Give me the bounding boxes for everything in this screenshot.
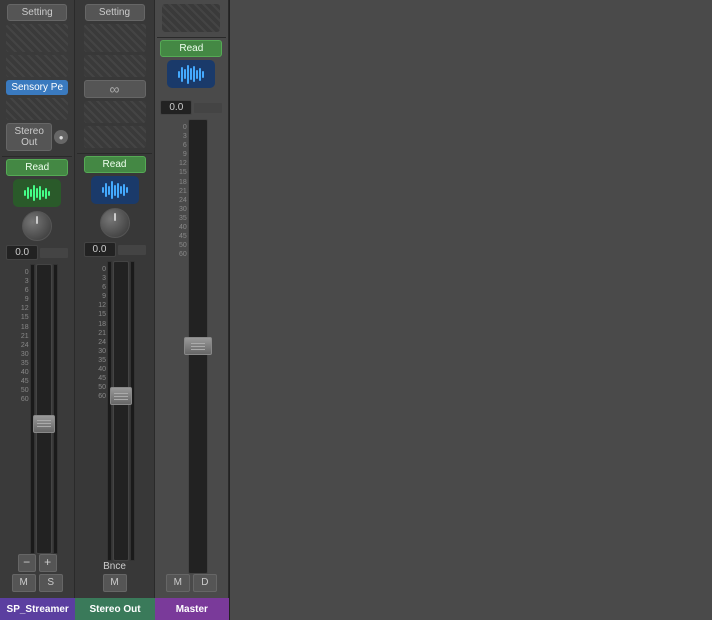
fader-value-ch1: 0.0 bbox=[6, 245, 68, 260]
mixer-panel: Setting Sensory Pe Stereo Out ● Read bbox=[0, 0, 230, 620]
top-texture-ch3 bbox=[162, 4, 220, 32]
mute-button-ch1[interactable]: M bbox=[12, 574, 36, 592]
setting-button-ch1[interactable]: Setting bbox=[7, 4, 67, 21]
channel-label-stereo-out[interactable]: Stereo Out bbox=[75, 598, 154, 620]
fader-line-1-ch1 bbox=[37, 420, 51, 421]
read-button-ch1[interactable]: Read bbox=[6, 159, 68, 176]
channel-stereo-out: Setting ∞ Read bbox=[75, 0, 154, 598]
sep-ch3 bbox=[157, 37, 226, 38]
insert-texture-ch1 bbox=[6, 24, 68, 52]
insert-texture-ch2 bbox=[84, 24, 146, 52]
d-button-ch3[interactable]: D bbox=[193, 574, 217, 592]
fader-line-3-ch3 bbox=[191, 349, 205, 350]
fader-value-box-ch3: 0.0 bbox=[160, 100, 192, 115]
fader-track-ch2[interactable] bbox=[113, 261, 129, 561]
fader-value-box-ch1: 0.0 bbox=[6, 245, 38, 260]
ms-buttons-ch1: M S bbox=[2, 574, 72, 592]
fader-handle-ch2[interactable] bbox=[110, 387, 132, 405]
pan-knob-ch1[interactable] bbox=[22, 211, 52, 241]
read-button-ch2[interactable]: Read bbox=[84, 156, 146, 173]
channel-label-sp-streamer[interactable]: SP_Streamer bbox=[0, 598, 75, 620]
fader-line-1-ch2 bbox=[114, 393, 128, 394]
waveform-bars-ch3 bbox=[178, 65, 204, 84]
fader-scale-ch1: 03691215182124303540455060 bbox=[17, 264, 29, 554]
fader-line-2-ch1 bbox=[37, 423, 51, 424]
mute-button-ch2[interactable]: M bbox=[103, 574, 127, 592]
bnce-label-ch2: Bnce bbox=[103, 561, 126, 572]
minus-button-ch1[interactable]: − bbox=[18, 554, 36, 572]
eq-texture-ch2 bbox=[84, 101, 146, 123]
fader-value-bar-ch3 bbox=[194, 103, 222, 113]
fader-scale-ch2: 03691215182124303540455060 bbox=[94, 261, 106, 561]
waveform-icon-ch2[interactable] bbox=[91, 176, 139, 204]
meter-right-ch2 bbox=[130, 261, 135, 561]
waveform-icon-ch1[interactable] bbox=[13, 179, 61, 207]
solo-button-ch1[interactable]: S bbox=[39, 574, 63, 592]
fader-handle-ch3[interactable] bbox=[184, 337, 212, 355]
channels-row: Setting Sensory Pe Stereo Out ● Read bbox=[0, 0, 229, 598]
stereo-out-row-ch1: Stereo Out ● bbox=[6, 123, 68, 151]
fader-track-ch3[interactable] bbox=[188, 119, 208, 574]
eq-texture-ch1 bbox=[6, 98, 68, 120]
fader-value-box-ch2: 0.0 bbox=[84, 242, 116, 257]
sep-ch1 bbox=[2, 156, 72, 157]
fader-line-2-ch2 bbox=[114, 396, 128, 397]
fader-track-ch1[interactable] bbox=[36, 264, 52, 554]
channel-label-master[interactable]: Master bbox=[155, 598, 229, 620]
fader-value-bar-ch1 bbox=[40, 248, 68, 258]
read-button-ch3[interactable]: Read bbox=[160, 40, 222, 57]
waveform-bars-ch1 bbox=[24, 185, 50, 201]
fader-line-3-ch1 bbox=[37, 426, 51, 427]
mute-button-ch3[interactable]: M bbox=[166, 574, 190, 592]
bottom-labels: SP_Streamer Stereo Out Master bbox=[0, 598, 229, 620]
waveform-icon-ch3[interactable] bbox=[167, 60, 215, 88]
sep-ch2 bbox=[77, 153, 151, 154]
pan-knob-ch2[interactable] bbox=[100, 208, 130, 238]
send-texture-ch2 bbox=[84, 55, 146, 77]
plus-button-ch1[interactable]: + bbox=[39, 554, 57, 572]
channel-sp-streamer: Setting Sensory Pe Stereo Out ● Read bbox=[0, 0, 75, 598]
waveform-bars-ch2 bbox=[102, 181, 128, 199]
channel-master: Read 0.0 bbox=[155, 0, 229, 598]
link-box-ch2[interactable]: ∞ bbox=[84, 80, 146, 98]
fader-value-ch2: 0.0 bbox=[84, 242, 146, 257]
send-texture-ch1 bbox=[6, 55, 68, 77]
fader-line-3-ch2 bbox=[114, 399, 128, 400]
meter-left-ch2 bbox=[107, 261, 112, 561]
fader-value-bar-ch2 bbox=[118, 245, 146, 255]
stereo-out-icon-ch1: ● bbox=[54, 130, 68, 144]
fader-handle-ch1[interactable] bbox=[33, 415, 55, 433]
app-container: Setting Sensory Pe Stereo Out ● Read bbox=[0, 0, 712, 620]
link-icon-ch2: ∞ bbox=[110, 81, 120, 97]
stereo-out-label-ch1[interactable]: Stereo Out bbox=[6, 123, 52, 151]
ms-buttons-ch2: M bbox=[77, 574, 151, 592]
fader-line-1-ch3 bbox=[191, 343, 205, 344]
meter-right-ch1 bbox=[53, 264, 58, 554]
dyn-texture-ch2 bbox=[84, 126, 146, 148]
main-area bbox=[230, 0, 712, 620]
setting-button-ch2[interactable]: Setting bbox=[85, 4, 145, 21]
ms-buttons-ch3: M D bbox=[157, 574, 226, 592]
meter-left-ch1 bbox=[30, 264, 35, 554]
fader-line-2-ch3 bbox=[191, 346, 205, 347]
bottom-buttons-ch1: − + bbox=[2, 554, 72, 572]
track-name-ch1[interactable]: Sensory Pe bbox=[6, 80, 68, 95]
fader-value-ch3: 0.0 bbox=[160, 100, 222, 115]
